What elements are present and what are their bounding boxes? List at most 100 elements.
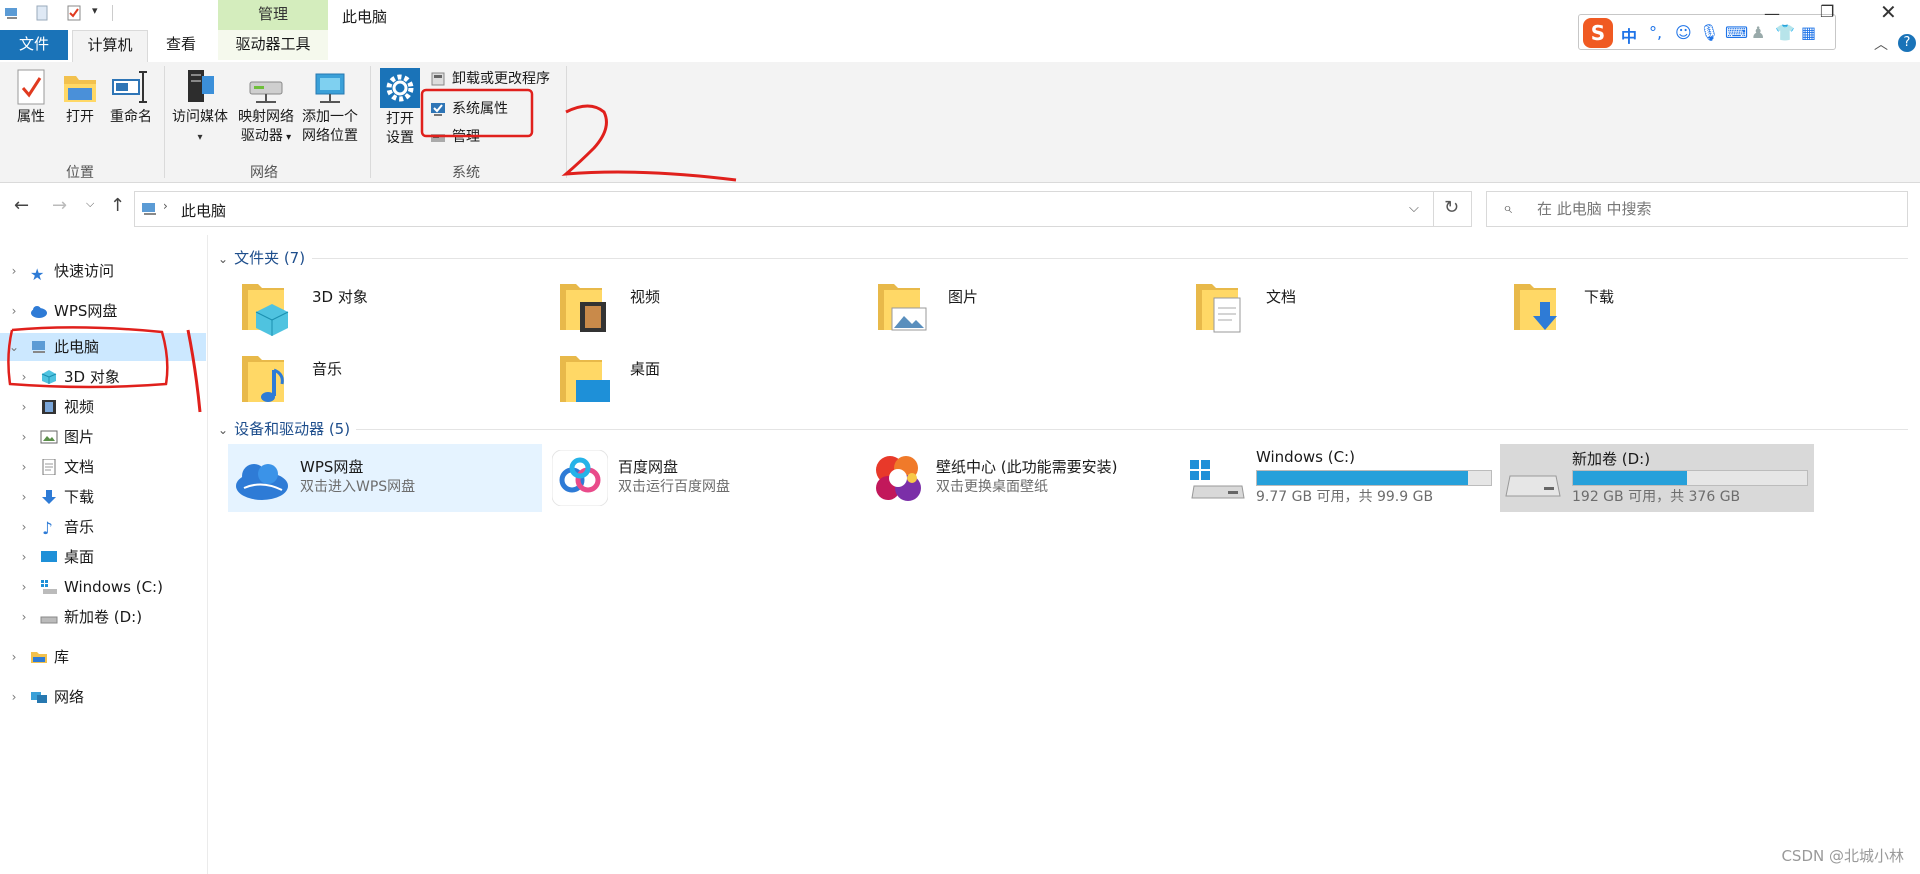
properties-button[interactable]: 属性	[8, 68, 54, 127]
device-wps-drive[interactable]: WPS网盘 双击进入WPS网盘	[228, 444, 542, 512]
up-arrow-icon[interactable]: ↑	[110, 195, 125, 216]
tab-view[interactable]: 查看	[156, 30, 206, 60]
drive-d[interactable]: 新加卷 (D:) 192 GB 可用，共 376 GB	[1500, 444, 1814, 512]
expand-chevron-icon[interactable]: ›	[16, 483, 32, 511]
search-box[interactable]: ⌕	[1486, 191, 1908, 227]
tab-drive-tools[interactable]: 驱动器工具	[218, 30, 328, 60]
expand-chevron-icon[interactable]: ›	[16, 423, 32, 451]
computer-icon[interactable]	[4, 5, 20, 21]
close-icon[interactable]: ✕	[1880, 0, 1897, 24]
add-network-location-button[interactable]: 添加一个 网络位置	[298, 68, 362, 146]
punctuation-icon[interactable]: °,	[1649, 23, 1662, 42]
nav-item-desktop[interactable]: › 桌面	[0, 543, 206, 571]
help-icon[interactable]: ?	[1898, 34, 1916, 52]
nav-item-quick-access[interactable]: › ★ 快速访问	[0, 257, 206, 285]
open-button[interactable]: 打开	[60, 68, 100, 127]
open-settings-button[interactable]: 打开 设置	[376, 68, 424, 148]
nav-item-videos[interactable]: › 视频	[0, 393, 206, 421]
system-drive-icon	[1190, 460, 1245, 499]
drive-free-space: 192 GB 可用，共 376 GB	[1572, 489, 1741, 505]
map-network-drive-button[interactable]: 映射网络 驱动器 ▾	[234, 68, 298, 147]
expand-chevron-icon[interactable]: ›	[16, 513, 32, 541]
expand-chevron-icon[interactable]: ›	[16, 543, 32, 571]
expand-chevron-icon[interactable]: ›	[6, 683, 22, 711]
nav-item-documents[interactable]: › 文档	[0, 453, 206, 481]
microphone-icon[interactable]: 🎙	[1699, 23, 1719, 42]
restore-icon[interactable]: ❐	[1820, 2, 1834, 21]
tab-computer[interactable]: 计算机	[72, 30, 148, 62]
forward-arrow-icon[interactable]: →	[52, 195, 67, 216]
computer-icon	[142, 203, 156, 215]
folder-pictures[interactable]: 图片	[866, 274, 1176, 342]
expand-chevron-icon[interactable]: ›	[16, 453, 32, 481]
nav-item-libraries[interactable]: › 库	[0, 643, 206, 671]
expand-chevron-icon[interactable]: ›	[16, 573, 32, 601]
nav-item-network[interactable]: › 网络	[0, 683, 206, 711]
drive-c[interactable]: Windows (C:) 9.77 GB 可用，共 99.9 GB	[1184, 444, 1494, 512]
expand-chevron-icon[interactable]: ›	[16, 393, 32, 421]
nav-label: 文档	[64, 458, 95, 476]
section-header-folders[interactable]: ⌄ 文件夹 (7)	[218, 247, 305, 268]
expand-chevron-icon[interactable]: ›	[16, 603, 32, 631]
chinese-mode-icon[interactable]: 中	[1621, 23, 1637, 47]
section-header-devices[interactable]: ⌄ 设备和驱动器 (5)	[218, 418, 350, 439]
nav-item-wps-drive[interactable]: › WPS网盘	[0, 297, 206, 325]
search-input[interactable]	[1537, 200, 1897, 218]
nav-item-drive-c[interactable]: › Windows (C:)	[0, 573, 206, 601]
nav-item-music[interactable]: › ♪ 音乐	[0, 513, 206, 541]
ime-toolbar[interactable]: S 中 °, ☺ 🎙 ⌨ ♟ 👕 ▦	[1578, 14, 1836, 50]
folder-3d-objects[interactable]: 3D 对象	[230, 274, 540, 342]
toolbox-icon[interactable]: ▦	[1801, 23, 1816, 42]
page-icon[interactable]	[34, 5, 50, 21]
manage-button[interactable]: 管理	[428, 126, 480, 148]
folder-music[interactable]: 音乐	[230, 346, 540, 414]
nav-item-this-pc[interactable]: ⌄ 此电脑	[0, 333, 206, 361]
user-icon[interactable]: ♟	[1751, 23, 1765, 42]
nav-item-3d-objects[interactable]: › 3D 对象	[0, 363, 206, 391]
collapse-ribbon-icon[interactable]: ︿	[1874, 34, 1888, 54]
properties-label: 属性	[17, 109, 45, 125]
wallpaper-center-icon	[876, 456, 921, 501]
collapse-chevron-icon[interactable]: ⌄	[6, 333, 22, 361]
keyboard-icon[interactable]: ⌨	[1725, 23, 1748, 42]
nav-item-pictures[interactable]: › 图片	[0, 423, 206, 451]
back-arrow-icon[interactable]: ←	[14, 195, 29, 216]
computer-icon	[32, 341, 45, 353]
folder-videos[interactable]: 视频	[548, 274, 858, 342]
breadcrumb-this-pc[interactable]: 此电脑	[181, 200, 226, 221]
system-properties-button[interactable]: 系统属性	[428, 98, 508, 120]
skin-icon[interactable]: 👕	[1775, 23, 1795, 42]
address-history-chevron-icon[interactable]: ⌵	[1409, 201, 1419, 216]
rename-button[interactable]: 重命名	[106, 68, 156, 127]
refresh-button[interactable]: ↻	[1434, 191, 1472, 227]
folder-documents[interactable]: 文档	[1184, 274, 1494, 342]
minimize-icon[interactable]: —	[1764, 4, 1780, 23]
uninstall-programs-button[interactable]: 卸载或更改程序	[428, 68, 550, 90]
device-wallpaper-center[interactable]: 壁纸中心 (此功能需要安装) 双击更换桌面壁纸	[864, 444, 1178, 512]
computer-management-icon	[431, 134, 445, 142]
nav-item-drive-d[interactable]: › 新加卷 (D:)	[0, 603, 206, 631]
drive-usage-bar	[1256, 470, 1492, 486]
expand-chevron-icon[interactable]: ›	[16, 363, 32, 391]
collapse-chevron-icon: ⌄	[218, 252, 229, 266]
expand-chevron-icon[interactable]: ›	[6, 257, 22, 285]
sogou-logo-icon[interactable]: S	[1583, 18, 1613, 48]
emoji-icon[interactable]: ☺	[1675, 23, 1692, 42]
nav-item-downloads[interactable]: › 下载	[0, 483, 206, 511]
uninstall-label: 卸载或更改程序	[452, 71, 550, 87]
refresh-icon: ↻	[1444, 197, 1460, 218]
folder-downloads[interactable]: 下载	[1502, 274, 1812, 342]
expand-chevron-icon[interactable]: ›	[6, 297, 22, 325]
expand-chevron-icon[interactable]: ›	[6, 643, 22, 671]
device-baidu-drive[interactable]: 百度网盘 双击运行百度网盘	[546, 444, 860, 512]
dropdown-chevron-icon: ▾	[282, 132, 292, 143]
properties-check-icon[interactable]	[66, 5, 82, 21]
access-media-button[interactable]: 访问媒体 ▾	[168, 68, 232, 147]
nav-label: 库	[54, 648, 70, 666]
folder-desktop[interactable]: 桌面	[548, 346, 858, 414]
address-bar[interactable]: › 此电脑 ⌵	[134, 191, 1434, 227]
recent-locations-chevron-icon[interactable]: ⌵	[86, 197, 94, 211]
tab-file[interactable]: 文件	[0, 30, 68, 60]
breadcrumb-separator-icon[interactable]: ›	[163, 199, 168, 213]
customize-toolbar-chevron-icon[interactable]: ▾	[92, 4, 98, 17]
